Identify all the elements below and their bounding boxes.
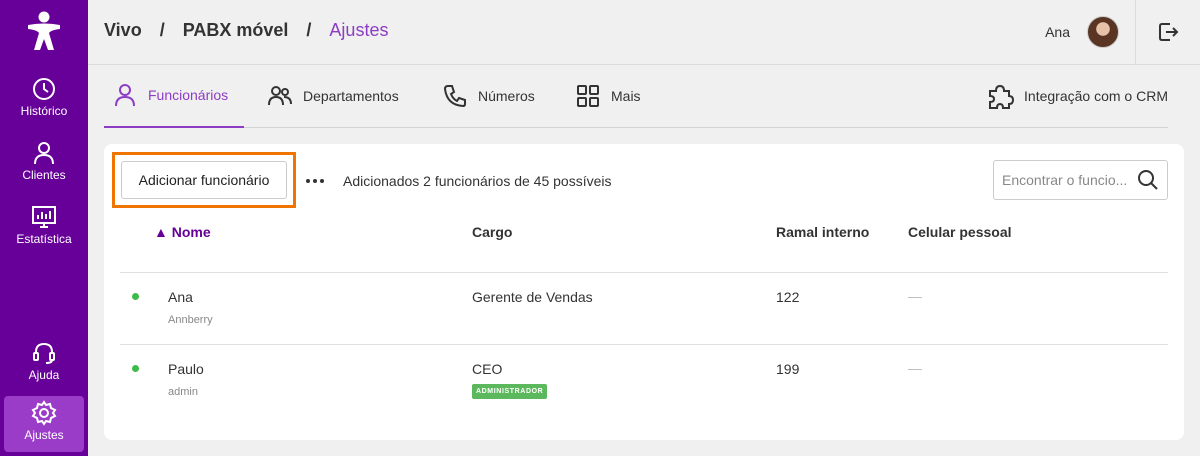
nav-label: Histórico	[20, 104, 68, 118]
gear-icon	[31, 400, 57, 426]
breadcrumb-vivo[interactable]: Vivo	[104, 20, 142, 41]
settings-tabs: Funcionários Departamentos Números Mais …	[104, 64, 1168, 128]
employee-count-text: Adicionados 2 funcionários de 45 possíve…	[343, 173, 612, 189]
header-divider	[1135, 0, 1136, 64]
tab-numeros[interactable]: Números	[442, 64, 535, 128]
tab-departamentos[interactable]: Departamentos	[267, 64, 399, 128]
tab-label: Mais	[611, 88, 641, 104]
breadcrumb-separator: /	[159, 20, 165, 40]
nav-clientes[interactable]: Clientes	[4, 136, 84, 192]
vivo-logo-icon[interactable]	[24, 10, 64, 52]
admin-badge: ADMINISTRADOR	[472, 384, 548, 399]
avatar[interactable]	[1087, 16, 1119, 48]
phone-icon	[443, 85, 466, 108]
breadcrumb-separator: /	[306, 20, 312, 40]
nav-label: Ajuda	[28, 368, 60, 382]
people-icon	[268, 86, 292, 106]
person-icon	[34, 142, 54, 165]
search-icon[interactable]	[1137, 169, 1159, 191]
tab-label: Números	[478, 88, 535, 104]
person-icon	[115, 84, 135, 107]
column-header-name[interactable]: ▲ Nome	[154, 224, 211, 240]
tab-label: Funcionários	[148, 87, 229, 103]
search-input[interactable]	[994, 161, 1134, 199]
table-divider	[120, 344, 1168, 345]
more-options-icon[interactable]	[304, 170, 326, 192]
nav-historico[interactable]: Histórico	[4, 72, 84, 128]
status-online-dot	[132, 365, 139, 372]
employee-login: admin	[168, 386, 198, 398]
logout-icon[interactable]	[1156, 20, 1180, 44]
column-header-role[interactable]: Cargo	[472, 224, 512, 240]
nav-ajustes[interactable]: Ajustes	[4, 396, 84, 452]
employee-mobile: —	[908, 288, 922, 304]
breadcrumb-pabx[interactable]: PABX móvel	[183, 20, 289, 41]
table-divider	[120, 272, 1168, 273]
nav-ajuda[interactable]: Ajuda	[4, 336, 84, 392]
highlight-box: Adicionar funcionário	[112, 152, 296, 208]
employee-mobile: —	[908, 360, 922, 376]
column-header-mobile[interactable]: Celular pessoal	[908, 224, 1012, 240]
status-online-dot	[132, 293, 139, 300]
employee-name: Paulo	[168, 361, 204, 377]
employee-extension: 122	[776, 289, 800, 305]
nav-label: Ajustes	[24, 428, 64, 442]
employee-role: Gerente de Vendas	[472, 289, 593, 305]
tab-label: Departamentos	[303, 88, 399, 104]
tab-crm-integration[interactable]: Integração com o CRM	[986, 64, 1168, 128]
nav-label: Estatística	[16, 232, 72, 246]
puzzle-icon	[989, 84, 1015, 109]
tab-funcionarios[interactable]: Funcionários	[104, 64, 245, 128]
nav-label: Clientes	[22, 168, 66, 182]
nav-estatistica[interactable]: Estatística	[4, 200, 84, 256]
add-employee-button[interactable]: Adicionar funcionário	[121, 161, 287, 199]
employee-extension: 199	[776, 361, 800, 377]
employee-login: Annberry	[168, 314, 213, 326]
crm-label: Integração com o CRM	[1024, 88, 1168, 104]
headset-icon	[33, 342, 55, 364]
top-header: Vivo / PABX móvel / Ajustes Ana	[88, 0, 1200, 64]
search-box	[993, 160, 1168, 200]
grid-icon	[577, 85, 599, 107]
column-header-extension[interactable]: Ramal interno	[776, 224, 869, 240]
breadcrumb: Vivo / PABX móvel / Ajustes	[104, 20, 388, 41]
breadcrumb-current: Ajustes	[329, 20, 389, 40]
employees-card: Adicionar funcionário Adicionados 2 func…	[104, 144, 1184, 440]
tab-mais[interactable]: Mais	[575, 64, 641, 128]
clock-icon	[33, 78, 55, 100]
employee-role: CEO	[472, 361, 503, 377]
chart-icon	[32, 206, 56, 228]
sidebar: Histórico Clientes Estatística Ajuda Aju…	[0, 0, 88, 456]
user-name[interactable]: Ana	[1045, 24, 1070, 40]
employee-name: Ana	[168, 289, 193, 305]
